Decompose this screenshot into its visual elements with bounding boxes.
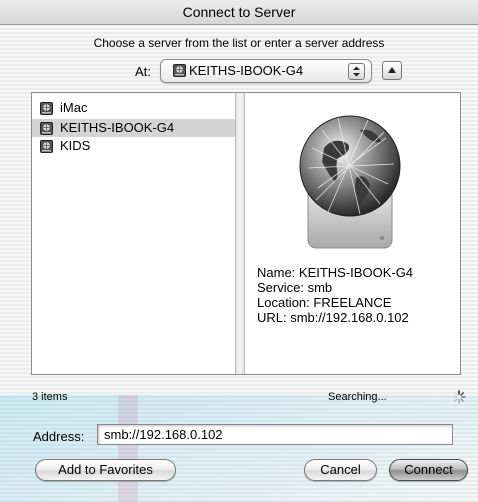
address-field[interactable] xyxy=(97,424,453,445)
background-watermark xyxy=(0,395,478,502)
server-detail-pane: Name: KEITHS-IBOOK-G4 Service: smb Locat… xyxy=(245,93,460,374)
detail-name: Name: KEITHS-IBOOK-G4 xyxy=(257,265,414,280)
list-item-keiths-ibook-g4[interactable]: KEITHS-IBOOK-G4 xyxy=(32,119,235,137)
add-to-favorites-button[interactable]: Add to Favorites xyxy=(35,459,176,481)
list-item-label: KIDS xyxy=(60,138,91,153)
address-label: Address: xyxy=(33,429,85,444)
popup-stepper-icon xyxy=(348,63,365,80)
window-titlebar[interactable]: Connect to Server xyxy=(0,0,478,25)
detail-url: URL: smb://192.168.0.102 xyxy=(257,310,409,325)
progress-spinner-icon xyxy=(452,390,466,404)
at-popup-menu[interactable]: KEITHS-IBOOK-G4 xyxy=(160,59,372,83)
at-label: At: xyxy=(135,64,151,79)
item-count: 3 items xyxy=(32,391,68,403)
background-watermark-stripe xyxy=(118,395,138,502)
network-disk-icon xyxy=(40,122,53,135)
network-disk-icon xyxy=(40,140,53,153)
searching-status: Searching... xyxy=(328,391,387,403)
column-resize-divider[interactable] xyxy=(235,93,245,374)
list-item-kids[interactable]: KIDS xyxy=(32,137,235,155)
list-item-label: iMac xyxy=(60,100,88,115)
server-browser: iMac KEITHS-IBOOK-G4 KIDS Name: KEITHS-I… xyxy=(31,92,461,375)
window-title: Connect to Server xyxy=(182,4,296,20)
up-triangle-icon xyxy=(388,67,396,73)
network-disk-icon xyxy=(173,64,186,77)
list-item-imac[interactable]: iMac xyxy=(32,99,235,117)
at-selector-row: At: KEITHS-IBOOK-G4 xyxy=(0,59,478,85)
at-popup-value: KEITHS-IBOOK-G4 xyxy=(189,63,304,78)
list-item-label: KEITHS-IBOOK-G4 xyxy=(60,120,175,135)
network-disk-icon xyxy=(40,102,53,115)
detail-location: Location: FREELANCE xyxy=(257,295,392,310)
server-list[interactable]: iMac KEITHS-IBOOK-G4 KIDS xyxy=(32,93,235,374)
connect-button[interactable]: Connect xyxy=(389,459,468,481)
cancel-button[interactable]: Cancel xyxy=(304,459,377,481)
eject-up-button[interactable] xyxy=(382,61,402,80)
instruction-text: Choose a server from the list or enter a… xyxy=(93,36,385,50)
detail-service: Service: smb xyxy=(257,280,333,295)
globe-server-icon xyxy=(299,115,401,249)
server-details: Name: KEITHS-IBOOK-G4 Service: smb Locat… xyxy=(257,265,413,325)
